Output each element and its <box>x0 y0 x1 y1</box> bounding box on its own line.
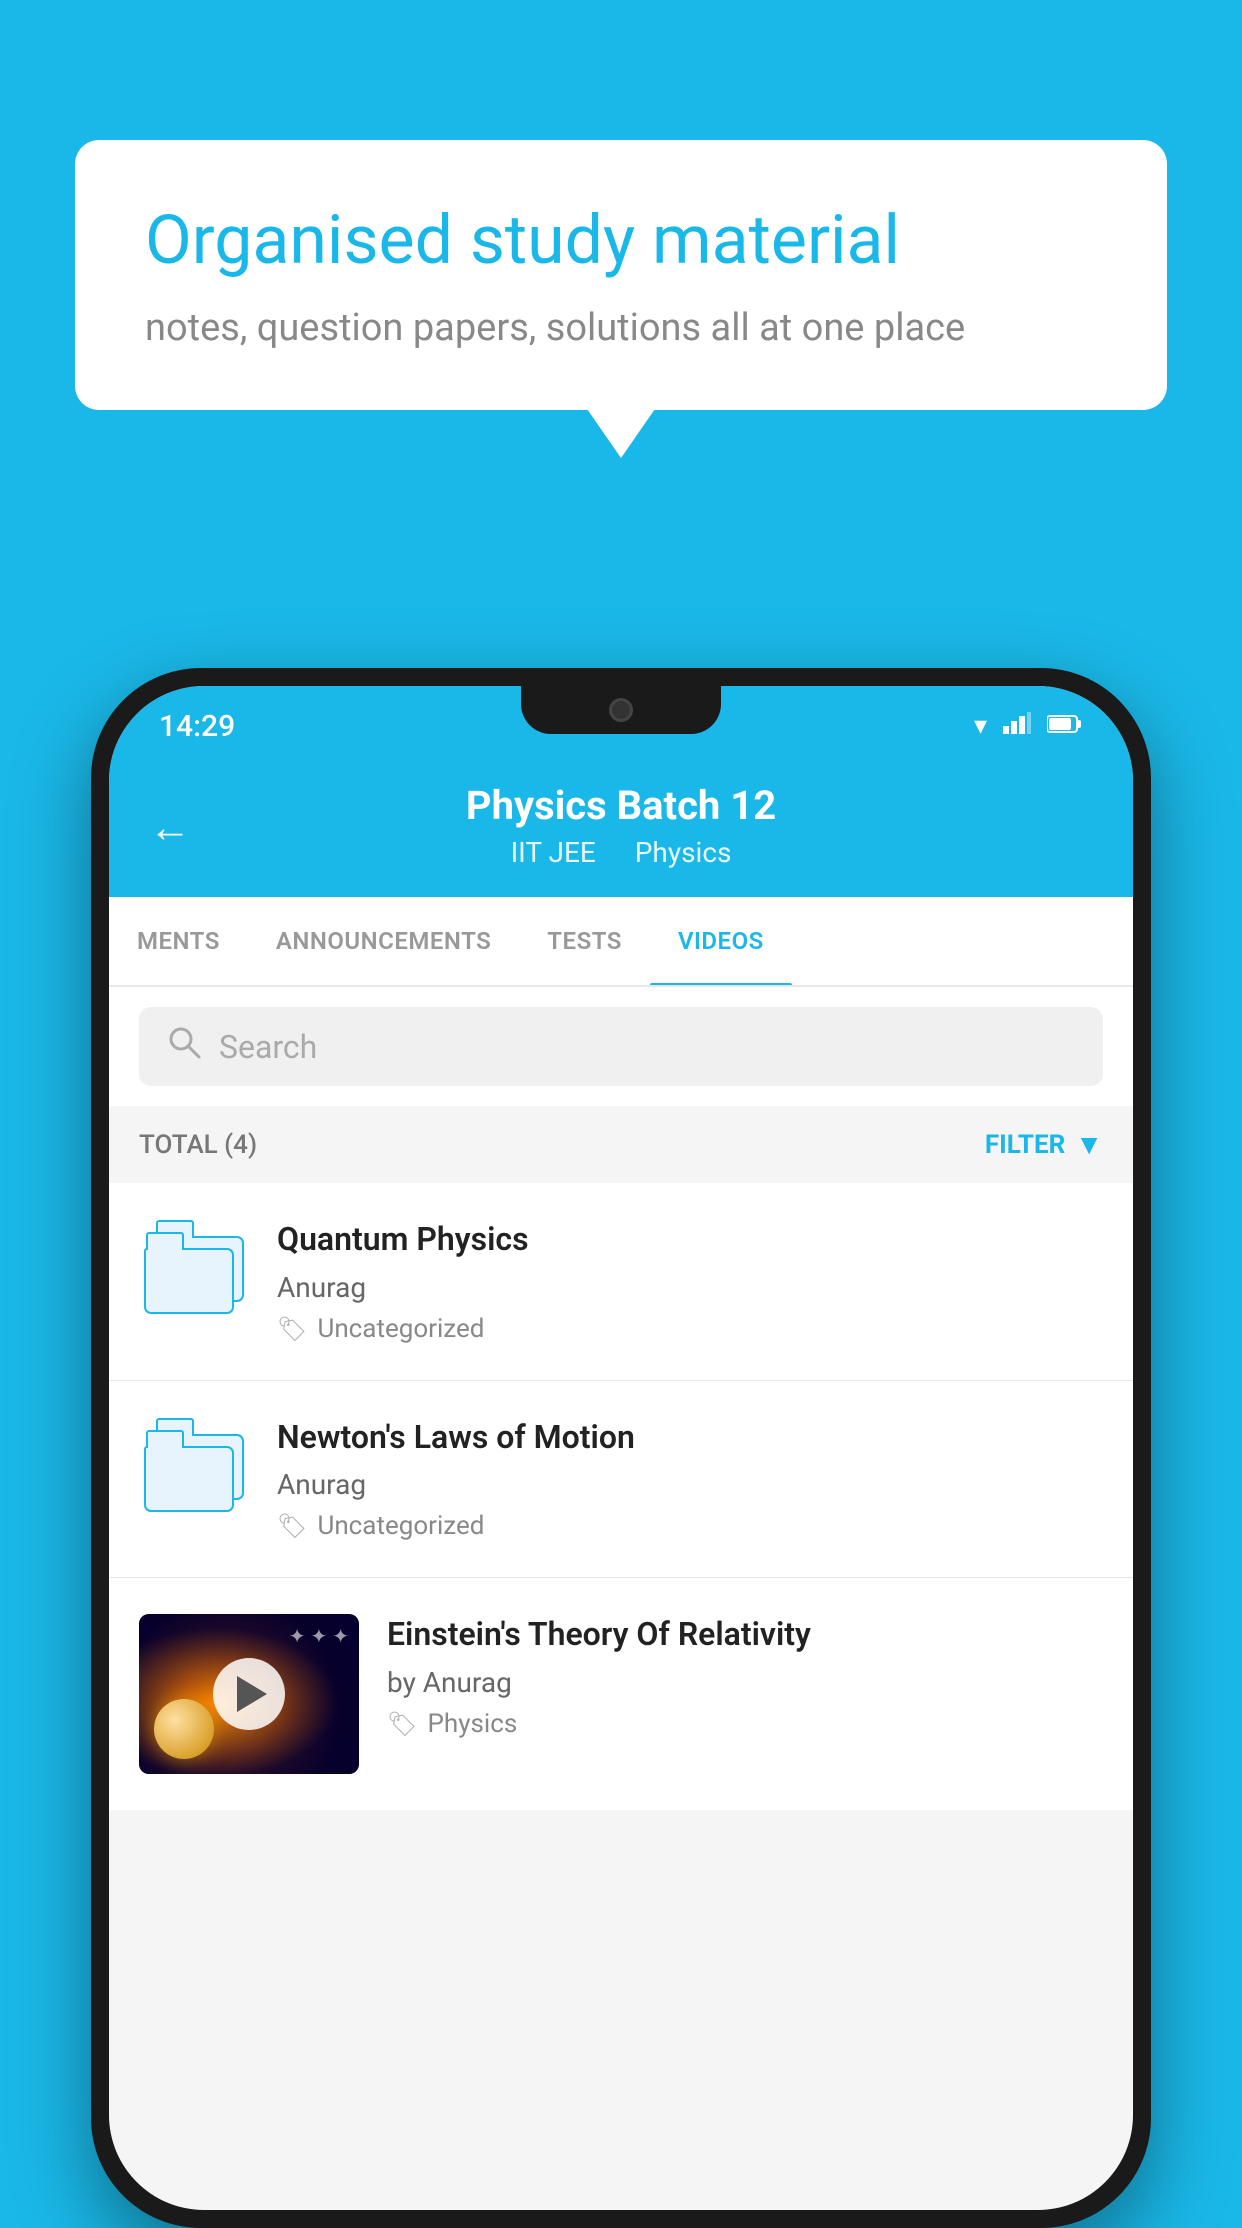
status-icons: ▾ <box>974 711 1083 741</box>
tag-icon-1: 🏷 <box>277 1315 307 1343</box>
tab-tests[interactable]: TESTS <box>519 897 650 985</box>
video-info-3: Einstein's Theory Of Relativity by Anura… <box>387 1614 1103 1739</box>
search-icon <box>167 1025 201 1068</box>
total-count: TOTAL (4) <box>139 1130 257 1160</box>
video-thumbnail-3: ✦ ✦ ✦ <box>139 1614 359 1774</box>
video-author-3: by Anurag <box>387 1666 1103 1699</box>
app-header: ← Physics Batch 12 IIT JEE Physics <box>109 758 1133 897</box>
video-author-2: Anurag <box>277 1468 1103 1501</box>
wifi-icon: ▾ <box>974 711 987 741</box>
phone-frame: 14:29 ▾ <box>91 668 1151 2228</box>
tag-icon-2: 🏷 <box>277 1512 307 1540</box>
bubble-subtitle: notes, question papers, solutions all at… <box>145 306 1097 350</box>
filter-icon: ▼ <box>1075 1128 1103 1161</box>
video-info-1: Quantum Physics Anurag 🏷 Uncategorized <box>277 1219 1103 1344</box>
list-item[interactable]: Quantum Physics Anurag 🏷 Uncategorized <box>109 1183 1133 1381</box>
subtitle-physics: Physics <box>635 836 732 869</box>
back-button[interactable]: ← <box>149 803 191 852</box>
phone-screen: 14:29 ▾ <box>109 686 1133 2210</box>
phone-notch <box>521 686 721 734</box>
planet-visual <box>154 1699 214 1759</box>
tab-ments[interactable]: MENTS <box>109 897 248 985</box>
video-author-1: Anurag <box>277 1271 1103 1304</box>
bubble-title: Organised study material <box>145 200 1097 282</box>
video-list: Quantum Physics Anurag 🏷 Uncategorized <box>109 1183 1133 1810</box>
filter-label: FILTER <box>985 1130 1065 1160</box>
play-icon <box>237 1676 267 1712</box>
search-placeholder: Search <box>219 1028 317 1066</box>
tab-announcements[interactable]: ANNOUNCEMENTS <box>248 897 519 985</box>
tab-bar: MENTS ANNOUNCEMENTS TESTS VIDEOS <box>109 897 1133 987</box>
header-subtitle: IIT JEE Physics <box>149 836 1093 869</box>
list-item[interactable]: ✦ ✦ ✦ Einstein's Theory Of Relativity by… <box>109 1578 1133 1810</box>
battery-icon <box>1047 711 1083 741</box>
tag-icon-3: 🏷 <box>387 1710 417 1738</box>
video-tag-3: 🏷 Physics <box>387 1709 1103 1739</box>
speech-bubble: Organised study material notes, question… <box>75 140 1167 410</box>
status-time: 14:29 <box>159 709 235 744</box>
video-title-1: Quantum Physics <box>277 1219 1103 1261</box>
video-tag-1: 🏷 Uncategorized <box>277 1314 1103 1344</box>
play-button[interactable] <box>213 1658 285 1730</box>
video-tag-2: 🏷 Uncategorized <box>277 1511 1103 1541</box>
video-info-2: Newton's Laws of Motion Anurag 🏷 Uncateg… <box>277 1417 1103 1542</box>
filter-bar: TOTAL (4) FILTER ▼ <box>109 1106 1133 1183</box>
camera-icon <box>609 698 633 722</box>
stars-decoration: ✦ ✦ ✦ <box>289 1624 349 1648</box>
subtitle-iitjee: IIT JEE <box>511 836 596 869</box>
list-item[interactable]: Newton's Laws of Motion Anurag 🏷 Uncateg… <box>109 1381 1133 1579</box>
page-title: Physics Batch 12 <box>149 782 1093 830</box>
video-title-3: Einstein's Theory Of Relativity <box>387 1614 1103 1656</box>
folder-thumbnail-1 <box>139 1219 249 1329</box>
filter-button[interactable]: FILTER ▼ <box>985 1128 1103 1161</box>
promo-section: Organised study material notes, question… <box>75 140 1167 410</box>
tab-videos[interactable]: VIDEOS <box>650 897 792 985</box>
search-bar[interactable]: Search <box>139 1007 1103 1086</box>
folder-thumbnail-2 <box>139 1417 249 1527</box>
search-section: Search <box>109 987 1133 1106</box>
video-title-2: Newton's Laws of Motion <box>277 1417 1103 1459</box>
signal-icon <box>1003 711 1031 741</box>
